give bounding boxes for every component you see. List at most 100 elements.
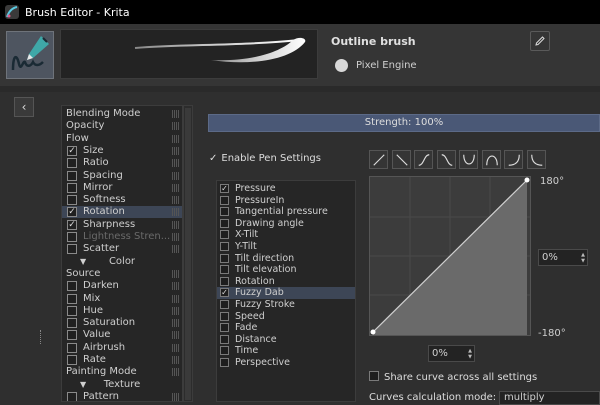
- sensor-item[interactable]: Tangential pressure: [217, 206, 355, 218]
- brush-preset-thumbnail[interactable]: [6, 31, 54, 79]
- option-item[interactable]: Darken: [62, 280, 182, 292]
- lock-grip-icon[interactable]: [172, 196, 180, 205]
- checked-checkbox-icon[interactable]: ✓: [220, 184, 229, 193]
- spin-arrows-icon[interactable]: ▲ ▼: [581, 252, 585, 264]
- sensor-item[interactable]: PressureIn: [217, 195, 355, 207]
- checkbox-icon[interactable]: [67, 244, 77, 255]
- curve-control-point[interactable]: [370, 329, 376, 335]
- checkbox-icon[interactable]: [220, 230, 229, 240]
- lock-grip-icon[interactable]: [172, 233, 180, 241]
- option-item[interactable]: Lightness Stren...: [62, 231, 182, 243]
- checkbox-icon[interactable]: [220, 346, 229, 356]
- option-item[interactable]: Spacing: [62, 170, 182, 182]
- panel-splitter-handle[interactable]: [40, 330, 42, 344]
- spin-arrows-icon[interactable]: ▲ ▼: [468, 348, 472, 360]
- checkbox-icon[interactable]: [67, 281, 77, 292]
- curve-editor[interactable]: [369, 176, 531, 336]
- checkbox-icon[interactable]: [220, 300, 229, 309]
- option-item[interactable]: Pattern: [62, 391, 182, 401]
- checkbox-icon[interactable]: [67, 342, 77, 353]
- engine-radio-icon[interactable]: [335, 59, 348, 72]
- option-list-scrollbar[interactable]: [183, 105, 193, 402]
- lock-grip-icon[interactable]: [172, 392, 180, 401]
- option-item[interactable]: Opacity: [62, 120, 182, 132]
- sensor-item[interactable]: Fade: [217, 322, 355, 334]
- curve-y-spinbox[interactable]: 0% ▲ ▼: [538, 249, 588, 266]
- lock-grip-icon[interactable]: [172, 282, 180, 291]
- option-item[interactable]: Softness: [62, 194, 182, 206]
- sensor-item[interactable]: Time: [217, 345, 355, 357]
- checkbox-icon[interactable]: [220, 265, 229, 275]
- checkbox-icon[interactable]: [67, 232, 77, 242]
- checkbox-icon[interactable]: [67, 391, 77, 401]
- s-curve-up-icon[interactable]: [414, 150, 433, 169]
- lock-grip-icon[interactable]: [172, 294, 180, 303]
- curve-x-spinbox[interactable]: 0% ▲ ▼: [428, 345, 475, 362]
- lock-grip-icon[interactable]: [172, 356, 180, 364]
- lock-grip-icon[interactable]: [172, 159, 180, 168]
- checked-checkbox-icon[interactable]: ✓: [67, 145, 77, 156]
- sensor-item[interactable]: Drawing angle: [217, 218, 355, 230]
- sensor-item[interactable]: Rotation: [217, 276, 355, 288]
- enable-pen-settings-checkbox[interactable]: ✓ Enable Pen Settings: [209, 153, 321, 164]
- lock-grip-icon[interactable]: [172, 134, 180, 143]
- option-item[interactable]: ✓ Size: [62, 145, 182, 157]
- lock-grip-icon[interactable]: [172, 171, 180, 180]
- lock-grip-icon[interactable]: [172, 183, 180, 192]
- checkbox-icon[interactable]: [220, 323, 229, 333]
- sensor-item[interactable]: ✓ Fuzzy Dab: [217, 287, 355, 299]
- sensor-item[interactable]: Tilt direction: [217, 253, 355, 265]
- rename-preset-button[interactable]: [530, 31, 550, 51]
- option-item[interactable]: Painting Mode: [62, 366, 182, 378]
- lock-grip-icon[interactable]: [172, 110, 180, 118]
- lock-grip-icon[interactable]: [172, 208, 180, 217]
- lock-grip-icon[interactable]: [172, 245, 180, 254]
- option-item[interactable]: Mix: [62, 293, 182, 305]
- share-curve-checkbox[interactable]: Share curve across all settings: [369, 371, 537, 383]
- sensor-item[interactable]: X-Tilt: [217, 229, 355, 241]
- option-item[interactable]: Airbrush: [62, 342, 182, 354]
- option-item[interactable]: Value: [62, 329, 182, 341]
- lock-grip-icon[interactable]: [172, 368, 180, 377]
- option-item[interactable]: Source: [62, 268, 182, 280]
- lock-grip-icon[interactable]: [172, 319, 180, 328]
- scrollbar-thumb[interactable]: [185, 108, 191, 400]
- lock-grip-icon[interactable]: [172, 146, 180, 155]
- checked-checkbox-icon[interactable]: ✓: [220, 288, 229, 298]
- u-curve-icon[interactable]: [459, 150, 478, 169]
- checkbox-icon[interactable]: [220, 207, 229, 217]
- option-item[interactable]: Blending Mode: [62, 108, 182, 120]
- checkbox-icon[interactable]: [220, 311, 229, 321]
- sensor-item[interactable]: ✓ Pressure: [217, 183, 355, 195]
- checkbox-icon[interactable]: [220, 358, 229, 367]
- arch-curve-icon[interactable]: [481, 150, 501, 169]
- paintop-option-list[interactable]: Blending Mode Opacity Flow ✓ Size Ratio Spacin…: [61, 105, 183, 402]
- linear-down-curve-icon[interactable]: [391, 150, 411, 169]
- checkbox-icon[interactable]: [67, 195, 77, 206]
- option-item[interactable]: ✓ Rotation: [62, 206, 182, 219]
- option-item[interactable]: Hue: [62, 305, 182, 317]
- checkbox-icon[interactable]: [220, 334, 229, 344]
- lock-grip-icon[interactable]: [172, 343, 180, 352]
- option-item[interactable]: Saturation: [62, 317, 182, 329]
- option-item[interactable]: ▼ Color: [62, 256, 182, 268]
- option-item[interactable]: Mirror: [62, 182, 182, 194]
- checkbox-icon[interactable]: [67, 293, 77, 304]
- checkbox-icon[interactable]: [220, 253, 229, 263]
- sensor-item[interactable]: Y-Tilt: [217, 241, 355, 253]
- sensor-list[interactable]: ✓ Pressure PressureIn Tangential pressure Dr…: [216, 180, 356, 402]
- lock-grip-icon[interactable]: [172, 269, 180, 278]
- lock-grip-icon[interactable]: [172, 306, 180, 315]
- lock-grip-icon[interactable]: [172, 331, 180, 340]
- checkbox-icon[interactable]: [67, 318, 77, 329]
- option-item[interactable]: Ratio: [62, 157, 182, 169]
- curve-control-point[interactable]: [524, 177, 530, 183]
- lock-grip-icon[interactable]: [172, 220, 180, 229]
- strength-slider[interactable]: Strength: 100%: [208, 114, 600, 132]
- sensor-item[interactable]: Distance: [217, 334, 355, 346]
- checkbox-icon[interactable]: [220, 276, 229, 286]
- option-item[interactable]: Flow: [62, 133, 182, 145]
- option-item[interactable]: Rate: [62, 354, 182, 366]
- option-item[interactable]: ▼ Texture: [62, 379, 182, 391]
- sensor-item[interactable]: Perspective: [217, 357, 355, 369]
